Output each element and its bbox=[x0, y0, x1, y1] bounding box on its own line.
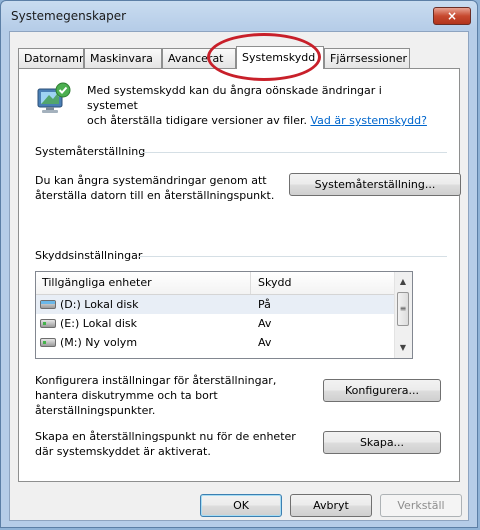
cancel-button[interactable]: Avbryt bbox=[290, 494, 372, 517]
window-title: Systemegenskaper bbox=[11, 9, 127, 23]
tab-avancerat[interactable]: Avancerat bbox=[162, 48, 236, 68]
restore-description: Du kan ångra systemändringar genom att å… bbox=[35, 174, 275, 202]
drives-list-header: Tillgängliga enheter Skydd bbox=[36, 272, 396, 295]
column-available-drives[interactable]: Tillgängliga enheter bbox=[42, 276, 152, 289]
drive-row-e[interactable]: (E:) Lokal disk Av bbox=[36, 314, 396, 333]
tab-maskinvara[interactable]: Maskinvara bbox=[84, 48, 162, 68]
configure-button[interactable]: Konfigurera... bbox=[323, 379, 441, 402]
tab-strip: Datornamn Maskinvara Avancerat Systemsky… bbox=[18, 46, 458, 69]
tab-fjarrsessioner[interactable]: Fjärrsessioner bbox=[324, 48, 410, 68]
tab-systemskydd[interactable]: Systemskydd bbox=[236, 46, 324, 69]
tab-datornamn[interactable]: Datornamn bbox=[18, 48, 84, 68]
column-protection[interactable]: Skydd bbox=[258, 276, 291, 289]
computer-shield-icon bbox=[37, 82, 71, 113]
title-bar[interactable]: Systemegenskaper × bbox=[1, 1, 477, 31]
drives-list[interactable]: Tillgängliga enheter Skydd (D:) Lokal di… bbox=[35, 271, 413, 359]
drives-list-scrollbar[interactable]: ▲ ≡ ▼ bbox=[394, 272, 412, 358]
system-properties-window: Systemegenskaper × Datornamn Maskinvara … bbox=[0, 0, 478, 528]
create-button[interactable]: Skapa... bbox=[323, 431, 441, 454]
scroll-up-icon[interactable]: ▲ bbox=[395, 274, 411, 290]
restore-group-title: Systemåterställning bbox=[35, 145, 146, 158]
hard-disk-icon bbox=[40, 338, 56, 347]
column-separator[interactable] bbox=[250, 272, 251, 294]
scroll-thumb[interactable]: ≡ bbox=[397, 292, 409, 326]
dialog-client-area: Datornamn Maskinvara Avancerat Systemsky… bbox=[9, 31, 469, 521]
drive-row-m[interactable]: (M:) Ny volym Av bbox=[36, 333, 396, 352]
drive-row-d[interactable]: (D:) Lokal disk På bbox=[36, 295, 396, 314]
hard-disk-icon bbox=[40, 319, 56, 328]
scroll-down-icon[interactable]: ▼ bbox=[395, 340, 411, 356]
protection-group-divider bbox=[139, 256, 447, 257]
restore-group-divider bbox=[141, 152, 447, 153]
close-icon: × bbox=[446, 9, 458, 23]
close-button[interactable]: × bbox=[433, 7, 471, 25]
create-description: Skapa en återställningspunkt nu för de e… bbox=[35, 430, 296, 458]
system-restore-button[interactable]: Systemåterställning... bbox=[289, 173, 461, 196]
configure-description: Konfigurera inställningar för återställn… bbox=[35, 374, 277, 417]
hard-disk-icon bbox=[40, 300, 56, 309]
what-is-system-protection-link[interactable]: Vad är systemskydd? bbox=[310, 114, 426, 127]
apply-button[interactable]: Verkställ bbox=[380, 494, 462, 517]
ok-button[interactable]: OK bbox=[200, 494, 282, 517]
intro-text: Med systemskydd kan du ångra oönskade än… bbox=[87, 84, 427, 127]
tab-panel-systemskydd: Med systemskydd kan du ångra oönskade än… bbox=[18, 68, 461, 482]
protection-group-title: Skyddsinställningar bbox=[35, 249, 143, 262]
